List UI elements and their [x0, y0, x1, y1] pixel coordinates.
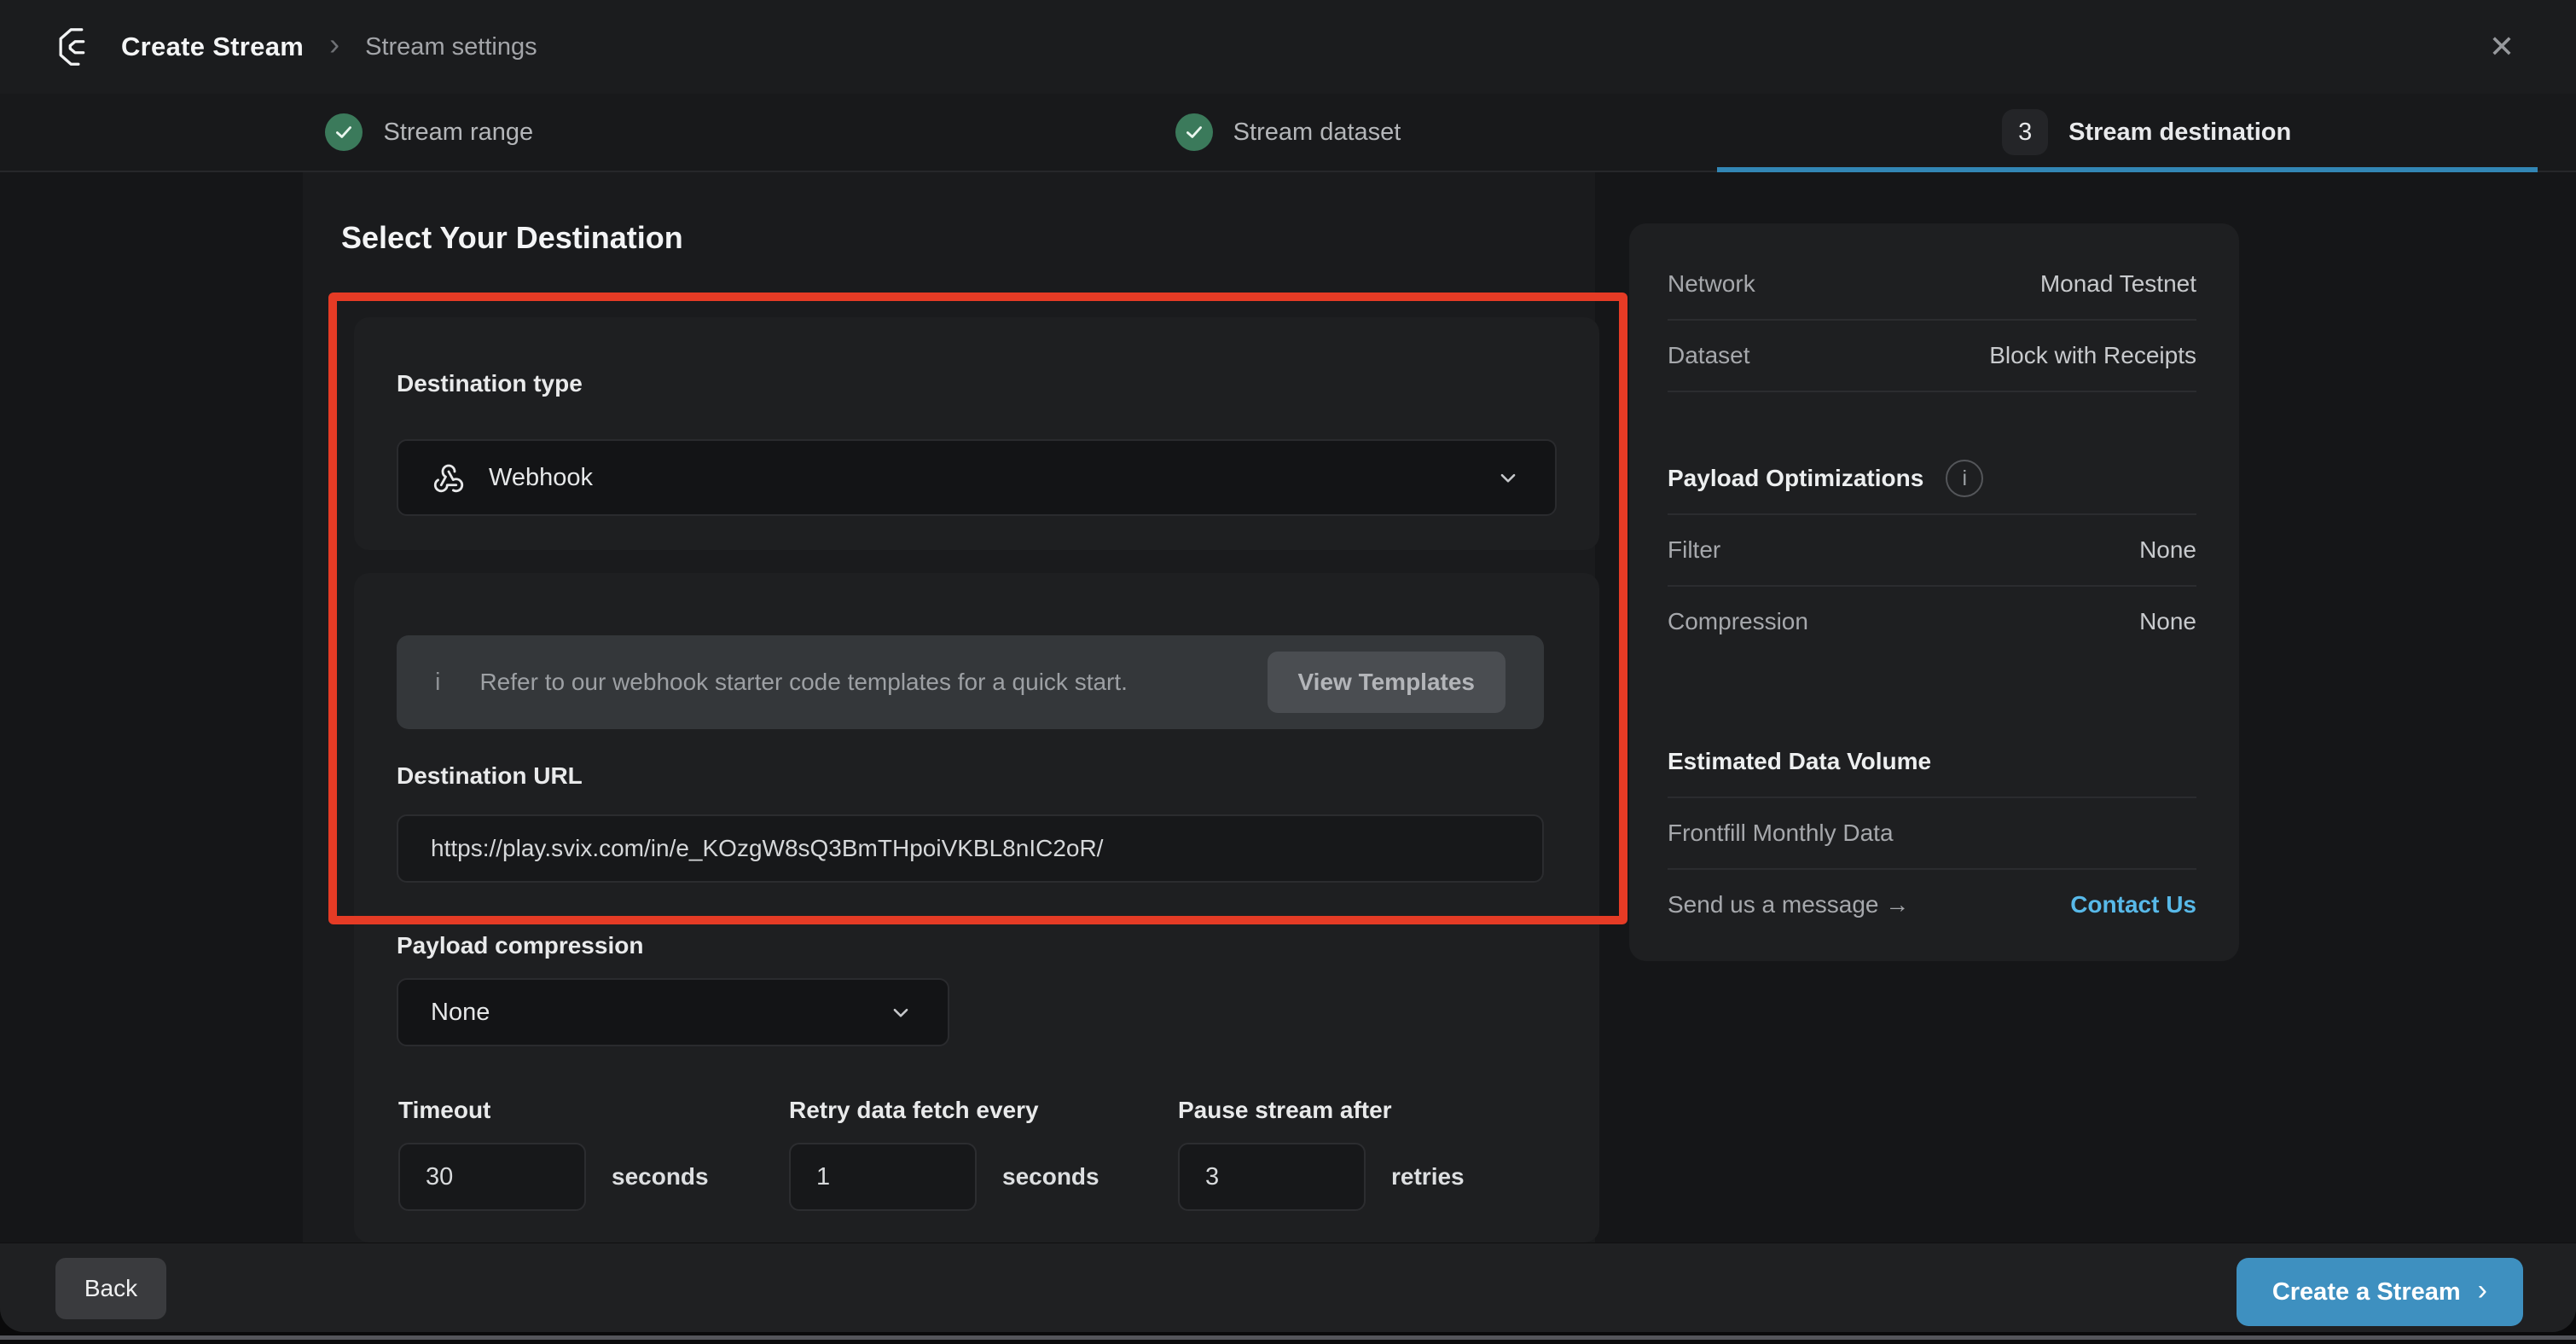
- check-icon: [325, 113, 363, 151]
- summary-value: None: [2139, 536, 2196, 564]
- summary-value: Monad Testnet: [2040, 270, 2196, 298]
- pause-input[interactable]: [1178, 1143, 1366, 1211]
- stepper: Stream range Stream dataset 3 Stream des…: [0, 94, 2576, 172]
- breadcrumb-chevron-icon: ›: [329, 29, 339, 65]
- back-button[interactable]: Back: [55, 1258, 166, 1319]
- webhook-icon: [431, 460, 467, 495]
- contact-us-link[interactable]: Contact Us: [2070, 891, 2196, 918]
- pause-label: Pause stream after: [1178, 1097, 1465, 1124]
- step-stream-range[interactable]: Stream range: [0, 94, 859, 171]
- pause-field: Pause stream after retries: [1178, 1097, 1465, 1211]
- step-stream-destination[interactable]: 3 Stream destination: [1717, 94, 2576, 171]
- timeout-field: Timeout seconds: [398, 1097, 709, 1211]
- stream-summary-panel: Network Monad Testnet Dataset Block with…: [1629, 223, 2239, 961]
- contact-message-label: Send us a message →: [1668, 891, 1909, 918]
- webhook-config-card: i Refer to our webhook starter code temp…: [354, 573, 1599, 1243]
- summary-value: None: [2139, 608, 2196, 635]
- create-stream-label: Create a Stream: [2272, 1278, 2461, 1306]
- banner-text: Refer to our webhook starter code templa…: [479, 669, 1127, 696]
- pause-unit: retries: [1391, 1163, 1465, 1190]
- summary-label: Compression: [1668, 608, 1808, 635]
- retry-input[interactable]: [789, 1143, 977, 1211]
- estimated-data-volume-header: Estimated Data Volume: [1668, 727, 2196, 797]
- summary-row-contact: Send us a message → Contact Us: [1668, 870, 2196, 940]
- summary-label: Dataset: [1668, 342, 1750, 369]
- timeout-input[interactable]: [398, 1143, 586, 1211]
- destination-url-input[interactable]: [397, 814, 1544, 883]
- summary-row-dataset: Dataset Block with Receipts: [1668, 321, 2196, 391]
- payload-optimizations-header: Payload Optimizations i: [1668, 443, 2196, 513]
- destination-type-value: Webhook: [489, 464, 593, 492]
- step-label: Stream destination: [2068, 119, 2291, 147]
- summary-row-network: Network Monad Testnet: [1668, 249, 2196, 319]
- step-number-badge: 3: [2002, 109, 2048, 155]
- create-stream-modal: Create Stream › Stream settings ✕ Stream…: [0, 0, 2576, 1332]
- view-templates-button[interactable]: View Templates: [1268, 652, 1506, 713]
- summary-label: Network: [1668, 270, 1755, 298]
- step-label: Stream dataset: [1233, 119, 1401, 147]
- retry-unit: seconds: [1002, 1163, 1099, 1190]
- info-icon[interactable]: i: [1946, 460, 1983, 497]
- payload-compression-value: None: [431, 999, 490, 1027]
- divider: [1668, 391, 2196, 392]
- header: Create Stream › Stream settings ✕: [0, 0, 2576, 94]
- main-area: Select Your Destination Destination type…: [0, 172, 2576, 1243]
- payload-optimizations-title: Payload Optimizations: [1668, 465, 1923, 492]
- destination-type-label: Destination type: [397, 370, 583, 397]
- chevron-down-icon: [1494, 463, 1523, 492]
- summary-label: Filter: [1668, 536, 1720, 564]
- create-stream-button[interactable]: Create a Stream ›: [2237, 1258, 2523, 1326]
- retry-field: Retry data fetch every seconds: [789, 1097, 1099, 1211]
- destination-type-select[interactable]: Webhook: [397, 439, 1557, 516]
- app-logo-icon: [53, 24, 99, 70]
- frontfill-label: Frontfill Monthly Data: [1668, 820, 1894, 847]
- close-icon[interactable]: ✕: [2489, 32, 2515, 62]
- webhook-templates-banner: i Refer to our webhook starter code temp…: [397, 635, 1544, 729]
- timeout-label: Timeout: [398, 1097, 709, 1124]
- summary-value: Block with Receipts: [1989, 342, 2196, 369]
- breadcrumb: Stream settings: [365, 33, 537, 61]
- step-stream-dataset[interactable]: Stream dataset: [859, 94, 1718, 171]
- step-label: Stream range: [383, 119, 533, 147]
- chevron-right-icon: ›: [2478, 1276, 2487, 1308]
- check-icon: [1175, 113, 1213, 151]
- summary-row-frontfill: Frontfill Monthly Data: [1668, 798, 2196, 868]
- destination-form: Select Your Destination Destination type…: [303, 172, 1595, 1243]
- retry-label: Retry data fetch every: [789, 1097, 1099, 1124]
- payload-compression-select[interactable]: None: [397, 978, 949, 1046]
- estimated-data-volume-title: Estimated Data Volume: [1668, 748, 1931, 775]
- payload-compression-label: Payload compression: [397, 932, 643, 959]
- info-icon: i: [435, 669, 440, 697]
- destination-url-label: Destination URL: [397, 762, 583, 790]
- timeout-unit: seconds: [612, 1163, 709, 1190]
- page-title: Create Stream: [121, 32, 304, 62]
- destination-type-card: Destination type Webhook: [354, 317, 1599, 550]
- chevron-down-icon: [886, 998, 915, 1027]
- summary-row-filter: Filter None: [1668, 515, 2196, 585]
- window-bottom-edge: [0, 1335, 2576, 1340]
- section-heading: Select Your Destination: [341, 220, 683, 256]
- summary-row-compression: Compression None: [1668, 587, 2196, 657]
- footer-bar: Back Create a Stream ›: [0, 1243, 2576, 1332]
